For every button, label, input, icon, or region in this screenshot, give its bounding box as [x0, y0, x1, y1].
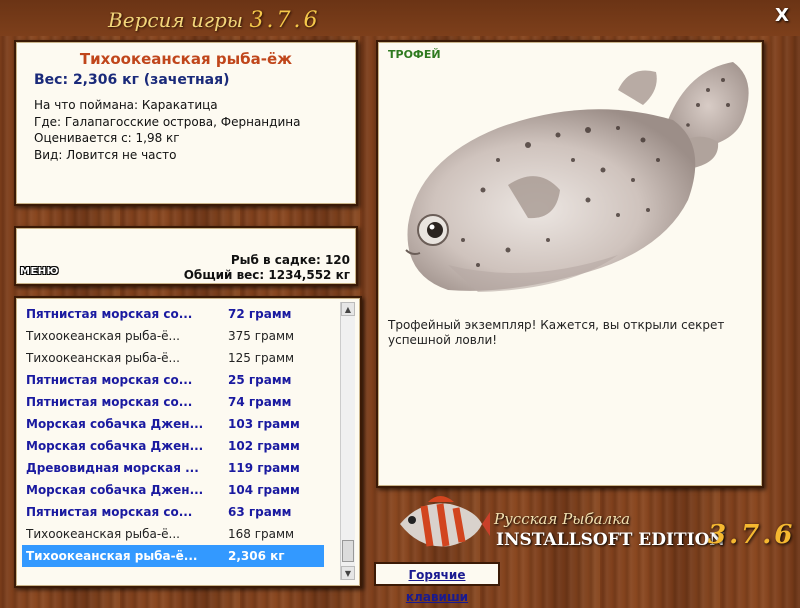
catch-fish-weight: 2,306 кг — [228, 549, 285, 563]
trophy-threshold: Оценивается с: 1,98 кг — [34, 131, 180, 145]
catch-fish-name: Тихоокеанская рыба-ё... — [26, 549, 198, 563]
catch-list-item[interactable]: Морская собачка Джен... 103 грамм — [22, 413, 324, 435]
fish-count: Рыб в садке: 120 — [230, 253, 350, 267]
trophy-message: Трофейный экземпляр! Кажется, вы открыли… — [388, 318, 725, 347]
title-prefix: Версия игры — [108, 8, 244, 32]
catch-list-item[interactable]: Пятнистая морская со... 63 грамм — [22, 501, 324, 523]
catch-fish-weight: 74 грамм — [228, 395, 292, 409]
fish-weight: Вес: 2,306 кг (зачетная) — [34, 72, 230, 88]
catch-list-item[interactable]: Морская собачка Джен... 104 грамм — [22, 479, 324, 501]
catch-fish-name: Морская собачка Джен... — [26, 483, 204, 497]
pufferfish-image — [405, 62, 749, 292]
catch-fish-weight: 119 грамм — [228, 461, 300, 475]
catch-fish-name: Пятнистая морская со... — [26, 307, 193, 321]
catch-list[interactable]: Пятнистая морская со... 72 грамм Тихоокеан… — [22, 303, 324, 567]
catch-list-panel: Пятнистая морская со... 72 грамм Тихоокеан… — [14, 296, 362, 588]
catch-fish-name: Морская собачка Джен... — [26, 439, 204, 453]
catch-fish-name: Тихоокеанская рыба-ё... — [26, 329, 180, 343]
game-logo-version: 3.7.6 — [708, 520, 796, 550]
catch-fish-name: Пятнистая морская со... — [26, 505, 193, 519]
game-logo-edition: INSTALLSOFT EDITION — [496, 530, 725, 550]
catch-fish-name: Пятнистая морская со... — [26, 395, 193, 409]
catch-fish-name: Древовидная морская ... — [26, 461, 199, 475]
catch-list-item[interactable]: Тихоокеанская рыба-ё... 168 грамм — [22, 523, 324, 545]
total-weight: Общий вес: 1234,552 кг — [183, 268, 350, 282]
scroll-down-arrow-icon[interactable]: ▼ — [341, 566, 355, 580]
close-button[interactable]: X — [772, 6, 792, 26]
game-logo-title: Русская Рыбалка — [494, 510, 631, 528]
catch-fish-weight: 63 грамм — [228, 505, 292, 519]
species-rarity: Вид: Ловится не часто — [34, 147, 177, 162]
menu-button[interactable]: МЕНЮ — [20, 266, 59, 277]
trophy-label: ТРОФЕЙ — [388, 48, 441, 61]
catch-fish-weight: 375 грамм — [228, 329, 295, 343]
catch-list-item[interactable]: Тихоокеанская рыба-ё... 2,306 кг — [22, 545, 324, 567]
catch-list-item[interactable]: Пятнистая морская со... 74 грамм — [22, 391, 324, 413]
catch-list-item[interactable]: Морская собачка Джен... 102 грамм — [22, 435, 324, 457]
game-logo-fish-icon — [400, 496, 490, 547]
window-title: Версия игры 3.7.6 — [108, 8, 320, 33]
fish-details: На что поймана: Каракатица Где: Галапаго… — [34, 97, 300, 163]
catch-list-scrollbar[interactable]: ▲ ▼ — [340, 302, 355, 580]
catch-fish-name: Морская собачка Джен... — [26, 417, 204, 431]
catch-fish-name: Тихоокеанская рыба-ё... — [26, 351, 180, 365]
catch-fish-name: Пятнистая морская со... — [26, 373, 193, 387]
catch-fish-name: Тихоокеанская рыба-ё... — [26, 527, 180, 541]
catch-list-item[interactable]: Древовидная морская ... 119 грамм — [22, 457, 324, 479]
fish-name: Тихоокеанская рыба-ёж — [79, 50, 293, 68]
catch-fish-weight: 103 грамм — [228, 417, 300, 431]
catch-fish-weight: 102 грамм — [228, 439, 300, 453]
hotkeys-link[interactable]: Горячие клавиши — [374, 562, 500, 604]
trophy-panel: ТРОФЕЙ Трофейный экземпляр! Кажется, вы … — [376, 40, 764, 488]
catch-list-item[interactable]: Тихоокеанская рыба-ё... 125 грамм — [22, 347, 324, 369]
catch-list-item[interactable]: Пятнистая морская со... 72 грамм — [22, 303, 324, 325]
catch-list-item[interactable]: Пятнистая морская со... 25 грамм — [22, 369, 324, 391]
catch-list-item[interactable]: Тихоокеанская рыба-ё... 375 грамм — [22, 325, 324, 347]
title-version: 3.7.6 — [249, 8, 321, 33]
caught-where: Где: Галапагосские острова, Фернандина — [34, 114, 301, 129]
keepnet-stats: Рыб в садке: 120 Общий вес: 1234,552 кг — [184, 253, 350, 283]
scrollbar-thumb[interactable] — [342, 540, 354, 562]
catch-fish-weight: 104 грамм — [228, 483, 300, 497]
fish-info-panel: Тихоокеанская рыба-ёж Вес: 2,306 кг (зач… — [14, 40, 358, 206]
catch-fish-weight: 125 грамм — [228, 351, 295, 365]
scroll-up-arrow-icon[interactable]: ▲ — [341, 302, 355, 316]
catch-fish-weight: 168 грамм — [228, 527, 295, 541]
catch-fish-weight: 72 грамм — [228, 307, 292, 321]
keepnet-stats-panel: Рыб в садке: 120 Общий вес: 1234,552 кг — [14, 226, 358, 286]
catch-fish-weight: 25 грамм — [228, 373, 292, 387]
caught-with: На что поймана: Каракатица — [34, 98, 218, 112]
